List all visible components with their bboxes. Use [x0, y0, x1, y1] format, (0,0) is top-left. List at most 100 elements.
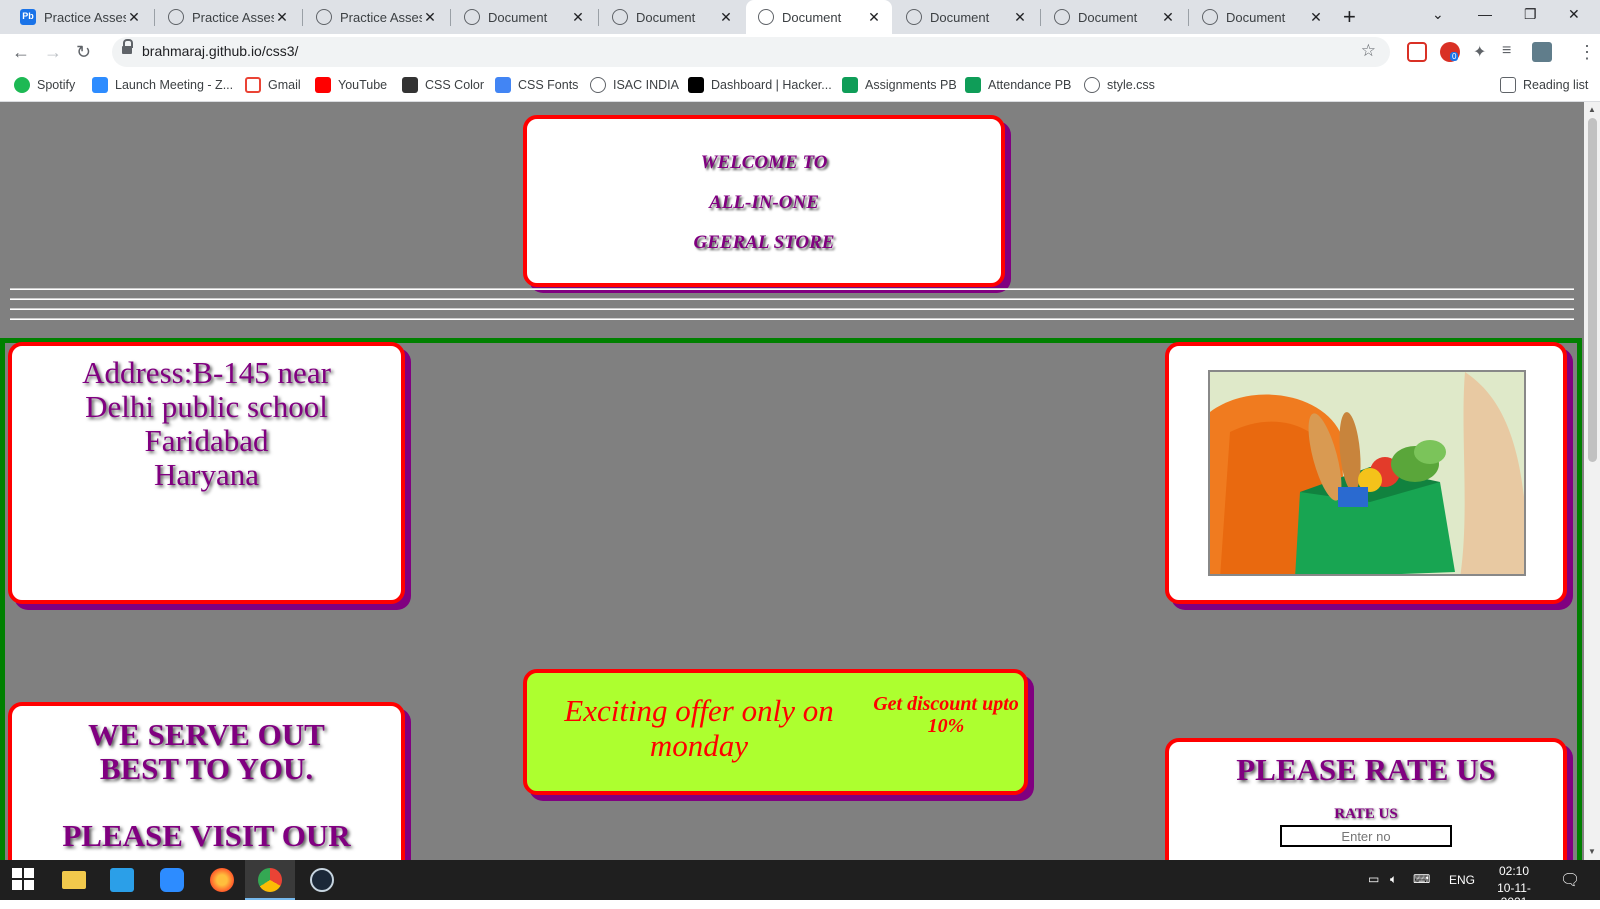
- reading-list-icon: [1500, 77, 1516, 93]
- tab-title: Document: [488, 9, 548, 25]
- tab-title: Practice Assessm: [44, 9, 126, 25]
- close-icon[interactable]: ✕: [1012, 9, 1028, 26]
- tab-title: Document: [930, 9, 990, 25]
- bookmark-css-fonts[interactable]: CSS Fonts: [495, 77, 578, 93]
- globe-icon: [168, 9, 184, 25]
- sheets-icon: [965, 77, 981, 93]
- close-icon[interactable]: ✕: [126, 9, 142, 26]
- bookmark-assignments[interactable]: Assignments PB: [842, 77, 957, 93]
- volume-icon[interactable]: 🔈︎: [1390, 872, 1397, 887]
- close-icon[interactable]: ✕: [1160, 9, 1176, 26]
- hackerrank-icon: [688, 77, 704, 93]
- tab-document-5[interactable]: Document ✕: [1042, 0, 1186, 34]
- url-text[interactable]: brahmaraj.github.io/css3/: [142, 43, 298, 59]
- chrome-taskbar-active[interactable]: [245, 860, 295, 900]
- tab-practice-1[interactable]: Pb Practice Assessm ✕: [8, 0, 152, 34]
- tab-title: Document: [1226, 9, 1286, 25]
- tab-document-2[interactable]: Document ✕: [600, 0, 744, 34]
- keyboard-icon[interactable]: ⌨: [1413, 872, 1430, 886]
- bookmark-isac[interactable]: ISAC INDIA: [590, 77, 679, 93]
- scroll-up-arrow-icon[interactable]: ▲: [1588, 105, 1596, 114]
- bookmark-hackerrank[interactable]: Dashboard | Hacker...: [688, 77, 832, 93]
- bookmark-attendance[interactable]: Attendance PB: [965, 77, 1071, 93]
- bookmarks-bar: Spotify Launch Meeting - Z... Gmail YouT…: [0, 70, 1600, 102]
- browser-toolbar: ← → ↻ brahmaraj.github.io/css3/ ☆ 0 ✦ ≡ …: [0, 34, 1600, 70]
- tab-document-4[interactable]: Document ✕: [894, 0, 1038, 34]
- close-icon[interactable]: ✕: [570, 9, 586, 26]
- reload-icon[interactable]: ↻: [76, 42, 91, 63]
- file-explorer-icon[interactable]: [62, 871, 86, 889]
- tab-document-1[interactable]: Document ✕: [452, 0, 596, 34]
- horizontal-rule: [10, 288, 1574, 290]
- offer-discount-text: Get discount upto 10%: [873, 693, 1019, 737]
- media-controls-icon[interactable]: ≡: [1502, 42, 1511, 60]
- close-icon[interactable]: ✕: [718, 9, 734, 26]
- close-icon[interactable]: ✕: [422, 9, 438, 26]
- tab-document-6[interactable]: Document ✕: [1190, 0, 1334, 34]
- vscode-icon[interactable]: [110, 868, 134, 892]
- pb-icon: Pb: [20, 9, 36, 25]
- bookmark-spotify[interactable]: Spotify: [14, 77, 75, 93]
- notification-icon[interactable]: 🗨︎: [1560, 870, 1580, 890]
- tab-practice-2[interactable]: Practice Assessm ✕: [156, 0, 300, 34]
- bookmark-gmail[interactable]: Gmail: [245, 77, 301, 93]
- close-icon[interactable]: ✕: [866, 9, 882, 26]
- window-close-button[interactable]: ✕: [1568, 6, 1580, 23]
- puzzle-extensions-icon[interactable]: ✦: [1473, 42, 1486, 62]
- extension-badge-icon[interactable]: 0: [1440, 42, 1460, 62]
- minimize-button[interactable]: —: [1478, 6, 1492, 22]
- horizontal-rule: [10, 308, 1574, 310]
- tab-title: Document: [636, 9, 696, 25]
- clock[interactable]: 02:10 10-11-2021: [1484, 864, 1544, 909]
- tab-title: Document: [782, 9, 842, 25]
- firefox-icon[interactable]: [210, 868, 234, 892]
- sheets-icon: [842, 77, 858, 93]
- windows-taskbar: ▭ 🔈︎ ⌨ ENG 02:10 10-11-2021 🗨︎: [0, 860, 1600, 909]
- windows-start-icon[interactable]: [12, 868, 36, 892]
- rate-title: PLEASE RATE US: [1236, 752, 1496, 787]
- rating-input[interactable]: [1280, 825, 1452, 847]
- tab-search-icon[interactable]: ⌄: [1432, 6, 1444, 23]
- chrome-icon: [258, 868, 282, 892]
- new-tab-button[interactable]: +: [1343, 4, 1356, 30]
- globe-icon: [906, 9, 922, 25]
- zoom-icon[interactable]: [160, 868, 184, 892]
- horizontal-rule: [10, 298, 1574, 300]
- forward-arrow-icon[interactable]: →: [44, 42, 62, 63]
- menu-kebab-icon[interactable]: ⋮: [1578, 42, 1596, 63]
- back-arrow-icon[interactable]: ←: [12, 42, 30, 63]
- serve-line: WE SERVE OUT: [88, 717, 325, 752]
- bookmark-star-icon[interactable]: ☆: [1361, 41, 1376, 61]
- tab-strip: Pb Practice Assessm ✕ Practice Assessm ✕…: [0, 0, 1600, 34]
- bookmark-label: ISAC INDIA: [613, 78, 679, 92]
- close-icon[interactable]: ✕: [274, 9, 290, 26]
- bookmark-label: style.css: [1107, 78, 1155, 92]
- reading-list[interactable]: Reading list: [1500, 77, 1588, 93]
- lock-icon[interactable]: [122, 39, 133, 56]
- steam-icon[interactable]: [310, 868, 334, 892]
- profile-avatar[interactable]: [1532, 42, 1552, 62]
- page-scrollbar[interactable]: ▲ ▼: [1584, 102, 1600, 860]
- offer-card: Exciting offer only on monday Get discou…: [523, 669, 1028, 795]
- bookmark-css-color[interactable]: CSS Color: [402, 77, 484, 93]
- bookmark-style-css[interactable]: style.css: [1084, 77, 1155, 93]
- address-line: Faridabad: [144, 423, 269, 458]
- restore-button[interactable]: ❐: [1524, 6, 1537, 23]
- close-icon[interactable]: ✕: [1308, 9, 1324, 26]
- tab-practice-3[interactable]: Practice Assessm ✕: [304, 0, 448, 34]
- scroll-thumb[interactable]: [1588, 118, 1597, 462]
- bookmark-label: Assignments PB: [865, 78, 957, 92]
- serve-card: WE SERVE OUT BEST TO YOU. PLEASE VISIT O…: [8, 702, 405, 860]
- address-bar[interactable]: brahmaraj.github.io/css3/ ☆: [112, 37, 1390, 67]
- language-indicator[interactable]: ENG: [1449, 873, 1475, 887]
- image-card: [1165, 342, 1567, 604]
- bookmark-zoom[interactable]: Launch Meeting - Z...: [92, 77, 233, 93]
- bookmark-label: Dashboard | Hacker...: [711, 78, 832, 92]
- scroll-down-arrow-icon[interactable]: ▼: [1588, 847, 1596, 856]
- page-viewport: WELCOME TO ALL-IN-ONE GEERAL STORE Addre…: [0, 102, 1584, 860]
- network-icon[interactable]: ▭: [1368, 872, 1379, 886]
- youtube-icon: [315, 77, 331, 93]
- tab-document-active[interactable]: Document ✕: [746, 0, 892, 34]
- bookmark-youtube[interactable]: YouTube: [315, 77, 387, 93]
- extension-icon[interactable]: [1407, 42, 1427, 62]
